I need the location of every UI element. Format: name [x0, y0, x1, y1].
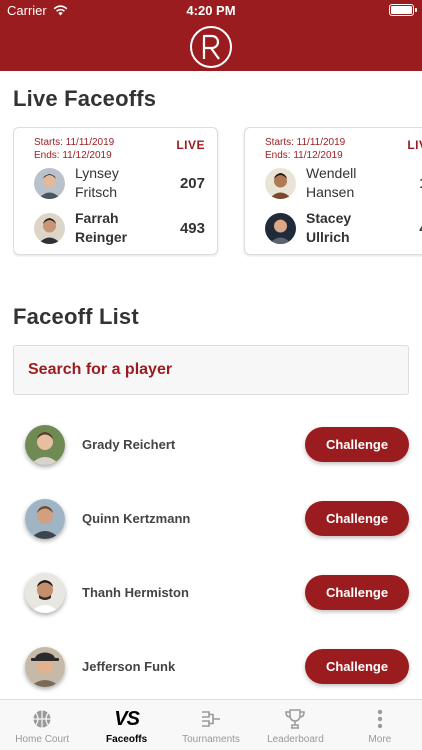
challenge-button[interactable]: Challenge — [305, 575, 409, 610]
avatar — [25, 499, 65, 539]
live-player-row: Lynsey Fritsch 207 — [34, 163, 205, 203]
live-card-dates: Starts: 11/11/2019 Ends: 11/12/2019 — [34, 136, 114, 162]
tab-label: Leaderboard — [267, 734, 324, 745]
player-name: Jefferson Funk — [82, 659, 176, 674]
bracket-icon — [200, 707, 222, 731]
tab-label: Tournaments — [182, 734, 240, 745]
start-date: Starts: 11/11/2019 — [265, 137, 346, 148]
avatar — [25, 425, 65, 465]
player-name: Thanh Hermiston — [82, 585, 189, 600]
trophy-icon — [284, 707, 306, 731]
vs-icon: VS — [114, 707, 140, 730]
basketball-icon — [32, 707, 52, 731]
player-name: Stacey Ullrich — [306, 210, 352, 245]
player-name: Farrah Reinger — [75, 210, 128, 245]
tab-faceoffs[interactable]: VS Faceoffs — [84, 700, 168, 750]
avatar — [265, 212, 296, 244]
list-item: Thanh Hermiston Challenge — [0, 556, 422, 630]
challenge-button[interactable]: Challenge — [305, 649, 409, 684]
player-score: 207 — [179, 174, 205, 192]
tab-home-court[interactable]: Home Court — [0, 700, 84, 750]
live-player-row: Stacey Ullrich 47 — [265, 208, 422, 248]
player-name: Lynsey Fritsch — [75, 165, 119, 200]
avatar — [265, 167, 296, 199]
avatar — [25, 647, 65, 687]
tab-bar: Home Court VS Faceoffs Tournaments Leade… — [0, 699, 422, 750]
live-faceoffs-title: Live Faceoffs — [13, 86, 157, 111]
live-badge: LIVE — [176, 138, 205, 152]
live-card[interactable]: Starts: 11/11/2019 Ends: 11/12/2019 LIVE… — [244, 127, 422, 255]
tab-label: Home Court — [15, 734, 70, 745]
app-logo — [190, 25, 232, 68]
tab-leaderboard[interactable]: Leaderboard — [253, 700, 337, 750]
player-score: 493 — [179, 219, 205, 237]
end-date: Ends: 11/12/2019 — [34, 150, 112, 161]
tab-label: More — [368, 734, 392, 745]
tab-tournaments[interactable]: Tournaments — [169, 700, 253, 750]
list-item: Grady Reichert Challenge — [0, 408, 422, 482]
avatar — [34, 167, 65, 199]
challenge-button[interactable]: Challenge — [305, 427, 409, 462]
faceoff-list-title: Faceoff List — [13, 304, 139, 329]
tab-label: Faceoffs — [106, 734, 148, 745]
nav-bar — [0, 22, 422, 71]
tab-more[interactable]: More — [338, 700, 422, 750]
player-name: Quinn Kertzmann — [82, 511, 191, 526]
end-date: Ends: 11/12/2019 — [265, 150, 343, 161]
avatar — [25, 573, 65, 613]
live-player-row: Wendell Hansen 19 — [265, 163, 422, 203]
battery-icon — [389, 4, 417, 16]
live-player-row: Farrah Reinger 493 — [34, 208, 205, 248]
live-badge: LIVE — [407, 138, 422, 152]
player-name: Grady Reichert — [82, 437, 176, 452]
challenge-button[interactable]: Challenge — [305, 501, 409, 536]
player-name: Wendell Hansen — [306, 165, 357, 200]
logo-r-icon — [202, 34, 220, 60]
live-faceoffs-carousel[interactable]: Starts: 11/11/2019 Ends: 11/12/2019 LIVE… — [13, 127, 422, 257]
avatar — [34, 212, 65, 244]
start-date: Starts: 11/11/2019 — [34, 137, 115, 148]
player-search-input[interactable] — [14, 346, 408, 394]
live-card[interactable]: Starts: 11/11/2019 Ends: 11/12/2019 LIVE… — [13, 127, 218, 255]
more-vertical-icon — [377, 707, 383, 731]
search-box[interactable] — [13, 345, 409, 395]
list-item: Jefferson Funk Challenge — [0, 630, 422, 704]
status-bar: Carrier 4:20 PM — [0, 0, 422, 22]
status-time: 4:20 PM — [186, 3, 236, 18]
list-item: Quinn Kertzmann Challenge — [0, 482, 422, 556]
live-card-dates: Starts: 11/11/2019 Ends: 11/12/2019 — [265, 136, 345, 162]
